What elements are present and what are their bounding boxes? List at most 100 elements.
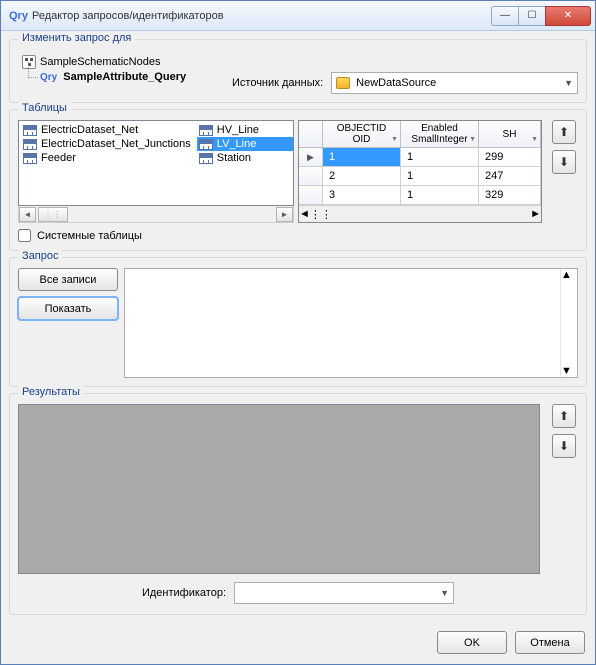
change-query-legend: Изменить запрос для <box>18 32 135 44</box>
tables-list[interactable]: ElectricDataset_Net ElectricDataset_Net_… <box>18 120 294 206</box>
grid-cell[interactable]: 3 <box>323 186 401 204</box>
table-icon <box>199 125 213 136</box>
list-item-label: Feeder <box>41 152 76 164</box>
minimize-button[interactable]: — <box>491 6 519 26</box>
grid-header-line2: OID <box>353 134 371 145</box>
close-button[interactable]: ✕ <box>545 6 591 26</box>
list-item[interactable]: HV_Line <box>197 123 293 137</box>
grid-cell[interactable]: 1 <box>401 148 479 166</box>
grid-cell[interactable]: 1 <box>323 148 401 166</box>
arrow-down-icon: ⬇ <box>559 439 569 453</box>
list-item-label: ElectricDataset_Net <box>41 124 138 136</box>
list-item-label: HV_Line <box>217 124 259 136</box>
all-records-button[interactable]: Все записи <box>18 268 118 291</box>
query-textarea[interactable]: ▲ ▼ <box>124 268 578 378</box>
table-icon <box>199 153 213 164</box>
window-title: Редактор запросов/идентификаторов <box>32 10 224 22</box>
scroll-thumb[interactable]: ⋮⋮ <box>310 208 332 221</box>
tables-legend: Таблицы <box>18 102 71 114</box>
table-icon <box>23 153 37 164</box>
system-tables-label: Системные таблицы <box>37 230 142 242</box>
data-source-value: NewDataSource <box>356 77 436 89</box>
results-area[interactable] <box>18 404 540 574</box>
title-prefix: Qry <box>9 10 28 22</box>
dialog-footer: OK Отмена <box>1 623 595 664</box>
grid-corner <box>299 121 323 147</box>
maximize-button[interactable]: ☐ <box>518 6 546 26</box>
list-item[interactable]: ElectricDataset_Net_Junctions <box>21 137 195 151</box>
chevron-down-icon: ▼ <box>564 78 573 88</box>
system-tables-input[interactable] <box>18 229 31 242</box>
chevron-down-icon[interactable]: ▼ <box>469 134 476 145</box>
scroll-up-icon[interactable]: ▲ <box>561 269 577 281</box>
grid-cell[interactable]: 299 <box>479 148 541 166</box>
scroll-right-icon[interactable]: ► <box>530 208 541 220</box>
grid-cell[interactable]: 1 <box>401 167 479 185</box>
chevron-down-icon[interactable]: ▼ <box>531 134 538 145</box>
list-item-label: Station <box>217 152 251 164</box>
row-indicator <box>299 167 323 185</box>
grid-hscroll[interactable]: ◄ ⋮⋮ ► <box>299 205 541 222</box>
table-icon <box>23 125 37 136</box>
list-item-label: ElectricDataset_Net_Junctions <box>41 138 191 150</box>
grid-cell[interactable]: 2 <box>323 167 401 185</box>
table-icon <box>23 139 37 150</box>
system-tables-checkbox[interactable]: Системные таблицы <box>18 229 294 242</box>
scroll-down-icon[interactable]: ▼ <box>561 365 577 377</box>
list-item[interactable]: Station <box>197 151 293 165</box>
grid-header-line2: SmallInteger <box>411 134 467 145</box>
tree-root-label: SampleSchematicNodes <box>40 56 160 68</box>
node-icon <box>22 55 36 69</box>
table-row[interactable]: 3 1 329 <box>299 186 541 205</box>
data-grid[interactable]: OBJECTID OID ▼ Enabled SmallInteger ▼ SH <box>298 120 542 223</box>
grid-header[interactable]: OBJECTID OID ▼ <box>323 121 401 147</box>
chevron-down-icon: ▼ <box>440 588 449 598</box>
window-frame: Qry Редактор запросов/идентификаторов — … <box>0 0 596 665</box>
grid-cell[interactable]: 329 <box>479 186 541 204</box>
tables-hscroll[interactable]: ◄ ⋮⋮ ► <box>18 206 294 223</box>
row-indicator <box>299 186 323 204</box>
chevron-down-icon[interactable]: ▼ <box>391 134 398 145</box>
tree-root[interactable]: SampleSchematicNodes <box>22 54 222 70</box>
query-group: Запрос Все записи Показать ▲ ▼ <box>9 257 587 387</box>
grid-header-line1: SH <box>503 129 517 140</box>
ok-button[interactable]: OK <box>437 631 507 654</box>
results-legend: Результаты <box>18 386 84 398</box>
schematic-tree[interactable]: SampleSchematicNodes Qry SampleAttribute… <box>22 54 222 84</box>
tree-child-label: SampleAttribute_Query <box>63 71 186 83</box>
grid-header-line1: OBJECTID <box>337 123 386 134</box>
scroll-right-icon[interactable]: ► <box>276 207 293 222</box>
grid-header-line1: Enabled <box>421 123 458 134</box>
grid-header[interactable]: Enabled SmallInteger ▼ <box>401 121 479 147</box>
tables-group: Таблицы ElectricDataset_Net ElectricData… <box>9 109 587 251</box>
list-item-selected[interactable]: LV_Line <box>197 137 293 151</box>
table-row[interactable]: ▶ 1 1 299 <box>299 148 541 167</box>
cancel-button[interactable]: Отмена <box>515 631 585 654</box>
scroll-left-icon[interactable]: ◄ <box>299 208 310 220</box>
arrow-down-icon: ⬇ <box>559 155 569 169</box>
table-icon <box>199 139 213 150</box>
identifier-combo[interactable]: ▼ <box>234 582 454 604</box>
identifier-label: Идентификатор: <box>142 587 226 599</box>
grid-cell[interactable]: 247 <box>479 167 541 185</box>
move-down-button[interactable]: ⬇ <box>552 150 576 174</box>
scroll-thumb[interactable]: ⋮⋮ <box>38 207 68 222</box>
arrow-up-icon: ⬆ <box>559 125 569 139</box>
list-item[interactable]: ElectricDataset_Net <box>21 123 195 137</box>
titlebar[interactable]: Qry Редактор запросов/идентификаторов — … <box>1 1 595 31</box>
grid-cell[interactable]: 1 <box>401 186 479 204</box>
results-up-button[interactable]: ⬆ <box>552 404 576 428</box>
tree-child[interactable]: Qry SampleAttribute_Query <box>40 70 222 84</box>
show-button[interactable]: Показать <box>18 297 118 320</box>
arrow-up-icon: ⬆ <box>559 409 569 423</box>
data-source-combo[interactable]: NewDataSource ▼ <box>331 72 578 94</box>
row-indicator-icon: ▶ <box>299 148 323 166</box>
scroll-left-icon[interactable]: ◄ <box>19 207 36 222</box>
results-down-button[interactable]: ⬇ <box>552 434 576 458</box>
move-up-button[interactable]: ⬆ <box>552 120 576 144</box>
list-item[interactable]: Feeder <box>21 151 195 165</box>
list-item-label: LV_Line <box>217 138 257 150</box>
query-legend: Запрос <box>18 250 62 262</box>
table-row[interactable]: 2 1 247 <box>299 167 541 186</box>
grid-header[interactable]: SH ▼ <box>479 121 541 147</box>
